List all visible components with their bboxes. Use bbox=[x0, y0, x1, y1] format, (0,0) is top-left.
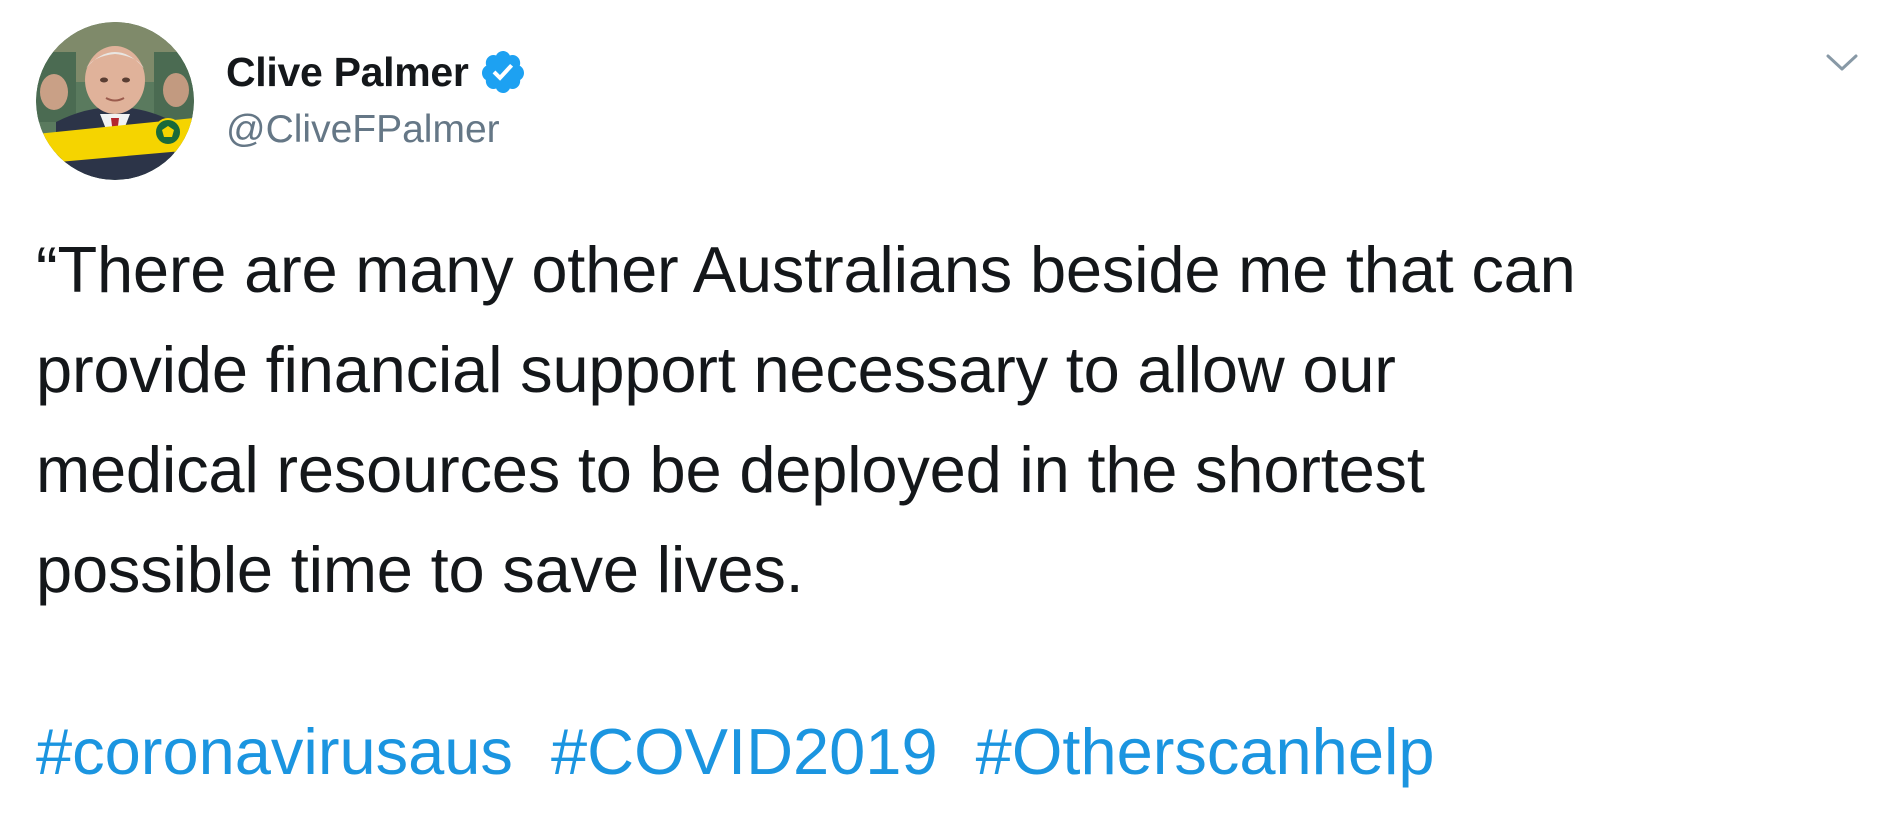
chevron-down-icon[interactable] bbox=[1822, 48, 1862, 76]
tweet-card: Clive Palmer @CliveFPalmer “There are ma… bbox=[0, 0, 1900, 815]
tweet-text-line: possible time to save lives. bbox=[36, 533, 804, 606]
tweet-text: “There are many other Australians beside… bbox=[36, 220, 1876, 620]
tweet-text-line: medical resources to be deployed in the … bbox=[36, 433, 1425, 506]
hashtag-list: #coronavirusaus #COVID2019 #Otherscanhel… bbox=[36, 702, 1435, 802]
tweet-text-line: provide financial support necessary to a… bbox=[36, 333, 1396, 406]
avatar-image bbox=[36, 22, 194, 180]
hashtag-link[interactable]: #coronavirusaus bbox=[36, 715, 513, 788]
author-handle[interactable]: @CliveFPalmer bbox=[226, 108, 500, 152]
verified-badge-icon bbox=[479, 48, 527, 96]
tweet-text-line: “There are many other Australians beside… bbox=[36, 233, 1576, 306]
display-name[interactable]: Clive Palmer bbox=[226, 49, 469, 96]
author-row: Clive Palmer bbox=[226, 44, 527, 100]
hashtag-link[interactable]: #Otherscanhelp bbox=[976, 715, 1435, 788]
avatar[interactable] bbox=[36, 22, 194, 180]
hashtag-link[interactable]: #COVID2019 bbox=[551, 715, 938, 788]
